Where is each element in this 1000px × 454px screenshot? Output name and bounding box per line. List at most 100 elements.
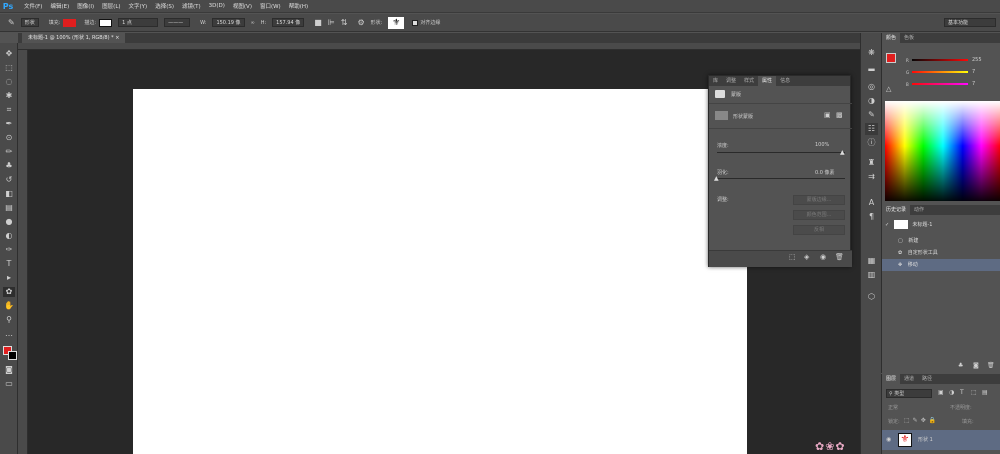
history-item-move[interactable]: ✥ 移动	[882, 259, 1000, 271]
r-value[interactable]: 255	[972, 57, 982, 63]
tab-layers[interactable]: 图层	[882, 374, 901, 384]
snapshot-camera-icon[interactable]: ◙	[973, 362, 979, 369]
density-slider-handle[interactable]: ▲	[840, 149, 845, 156]
fg-swatch[interactable]	[886, 53, 896, 63]
history-item-new[interactable]: ▢ 新建	[882, 235, 1000, 247]
3d-icon[interactable]: ⬡	[865, 291, 878, 303]
zoom-tool-icon[interactable]: ⚲	[3, 315, 15, 325]
mode-select[interactable]: 形状	[20, 18, 39, 27]
menu-file[interactable]: 文件(F)	[24, 2, 42, 10]
tab-styles[interactable]: 样式	[740, 76, 758, 86]
filter-adjustment-icon[interactable]: ◑	[949, 389, 954, 396]
add-vector-mask-icon[interactable]: ▩	[836, 111, 843, 119]
clone-stamp-tool-icon[interactable]: ♣	[3, 161, 15, 171]
document-tab[interactable]: 未标题-1 @ 100% (形状 1, RGB/8) * ×	[22, 33, 126, 43]
menu-edit[interactable]: 编辑(E)	[50, 2, 69, 10]
stroke-size-dropdown[interactable]: 1 点	[118, 18, 159, 27]
menu-image[interactable]: 图像(I)	[77, 2, 94, 10]
workspace-dropdown[interactable]: 基本功能	[944, 18, 996, 27]
filter-smart-icon[interactable]: ▤	[982, 389, 988, 396]
history-delete-icon[interactable]: 🗑	[987, 362, 995, 369]
height-input[interactable]: 157.94 像	[272, 18, 305, 27]
menu-type[interactable]: 文字(Y)	[129, 2, 148, 10]
history-item-custom-shape[interactable]: ✿ 自定形状工具	[882, 247, 1000, 259]
tab-libraries[interactable]: 库	[709, 76, 722, 86]
lasso-tool-icon[interactable]: ◌	[3, 77, 15, 87]
mask-edge-button[interactable]: 蒙版边缘...	[793, 195, 845, 205]
filter-type-icon[interactable]: T	[960, 389, 964, 396]
new-document-from-state-icon[interactable]: ♣	[958, 362, 963, 369]
marquee-tool-icon[interactable]: ⬚	[3, 63, 15, 73]
hand-tool-icon[interactable]: ✋	[3, 301, 15, 311]
height-input-wrap[interactable]: 157.94 像	[272, 18, 305, 27]
menu-help[interactable]: 帮助(H)	[289, 2, 308, 10]
menu-3d[interactable]: 3D(D)	[209, 3, 225, 9]
path-arrange-icon[interactable]: ⇅	[341, 18, 348, 27]
link-icon[interactable]: ∞	[251, 20, 255, 26]
tab-actions[interactable]: 动作	[910, 205, 928, 215]
clone-source-icon[interactable]: ♜	[865, 157, 878, 169]
r-slider[interactable]	[912, 59, 968, 61]
dodge-tool-icon[interactable]: ◐	[3, 231, 15, 241]
screen-mode-icon[interactable]: ▭	[3, 379, 15, 389]
add-pixel-mask-icon[interactable]: ▣	[824, 111, 831, 119]
navigator-icon[interactable]: ❋	[865, 47, 878, 59]
path-ops-icon[interactable]: ■	[314, 18, 322, 27]
close-icon[interactable]: ×	[115, 35, 119, 41]
custom-shape-tool-icon[interactable]: ✿	[3, 287, 15, 297]
type-tool-icon[interactable]: T	[3, 259, 15, 269]
delete-icon[interactable]: 🗑	[835, 253, 844, 261]
info-icon[interactable]: ⓘ	[865, 137, 878, 149]
healing-brush-tool-icon[interactable]: ⊙	[3, 133, 15, 143]
tab-properties[interactable]: 属性	[758, 76, 777, 86]
more-tools-icon[interactable]: …	[3, 329, 15, 339]
filter-pixel-icon[interactable]: ▣	[938, 389, 944, 396]
visibility-icon[interactable]: ◉	[820, 253, 826, 261]
apply-mask-icon[interactable]: ◈	[804, 253, 809, 261]
width-input[interactable]: 150.19 像	[212, 18, 245, 27]
tab-paths[interactable]: 路径	[918, 374, 936, 384]
tab-info[interactable]: 信息	[776, 76, 794, 86]
feather-slider-handle[interactable]: ▲	[714, 175, 719, 182]
mode-dropdown[interactable]: 形状	[20, 18, 39, 27]
adjustments-icon[interactable]: ◎	[865, 81, 878, 93]
g-slider[interactable]	[912, 71, 968, 73]
paragraph-icon[interactable]: ¶	[865, 211, 878, 223]
tool-presets-icon[interactable]: ⇉	[865, 171, 878, 183]
lock-icons[interactable]: ⬚✎✥🔒	[904, 417, 939, 424]
color-spectrum[interactable]	[885, 101, 1000, 201]
path-select-tool-icon[interactable]: ▸	[3, 273, 15, 283]
stroke-type-select[interactable]: ———	[164, 18, 191, 27]
properties-icon[interactable]: ☷	[865, 123, 878, 135]
stroke-swatch[interactable]	[99, 18, 113, 27]
history-snapshot[interactable]: ✓ 未标题-1	[882, 219, 1000, 231]
feather-value[interactable]: 0.0 像素	[815, 169, 835, 176]
tab-color[interactable]: 颜色	[882, 33, 901, 43]
align-edges-checkbox[interactable]	[412, 19, 419, 26]
pen-tool-preset-icon[interactable]: ✎	[8, 18, 15, 27]
color-range-button[interactable]: 颜色范围...	[793, 210, 845, 220]
invert-button[interactable]: 反相	[793, 225, 845, 235]
menu-select[interactable]: 选择(S)	[155, 2, 174, 10]
pen-tool-icon[interactable]: ✑	[3, 245, 15, 255]
stroke-type-dropdown[interactable]: ———	[164, 18, 191, 27]
blur-tool-icon[interactable]: ●	[3, 217, 15, 227]
fill-swatch[interactable]	[63, 18, 77, 27]
path-align-icon[interactable]: ⊫	[328, 18, 335, 27]
eyedropper-tool-icon[interactable]: ✒	[3, 119, 15, 129]
layer-row[interactable]: ◉ ⚜ 形状 1	[882, 430, 1000, 450]
g-value[interactable]: 7	[972, 69, 975, 75]
b-value[interactable]: 7	[972, 81, 975, 87]
menu-layer[interactable]: 图层(L)	[102, 2, 120, 10]
layer-name[interactable]: 形状 1	[918, 434, 933, 446]
histogram-icon[interactable]: ▂	[865, 61, 878, 73]
move-tool-icon[interactable]: ✥	[3, 49, 15, 59]
document-canvas[interactable]	[133, 89, 747, 454]
layer-kind-filter[interactable]: ⚲ 类型	[886, 389, 932, 398]
character-icon[interactable]: A	[865, 197, 878, 209]
menu-window[interactable]: 窗口(W)	[260, 2, 281, 10]
density-value[interactable]: 100%	[815, 142, 829, 148]
tab-channels[interactable]: 通道	[900, 374, 918, 384]
tab-swatches[interactable]: 色板	[900, 33, 918, 43]
history-brush-tool-icon[interactable]: ↺	[3, 175, 15, 185]
